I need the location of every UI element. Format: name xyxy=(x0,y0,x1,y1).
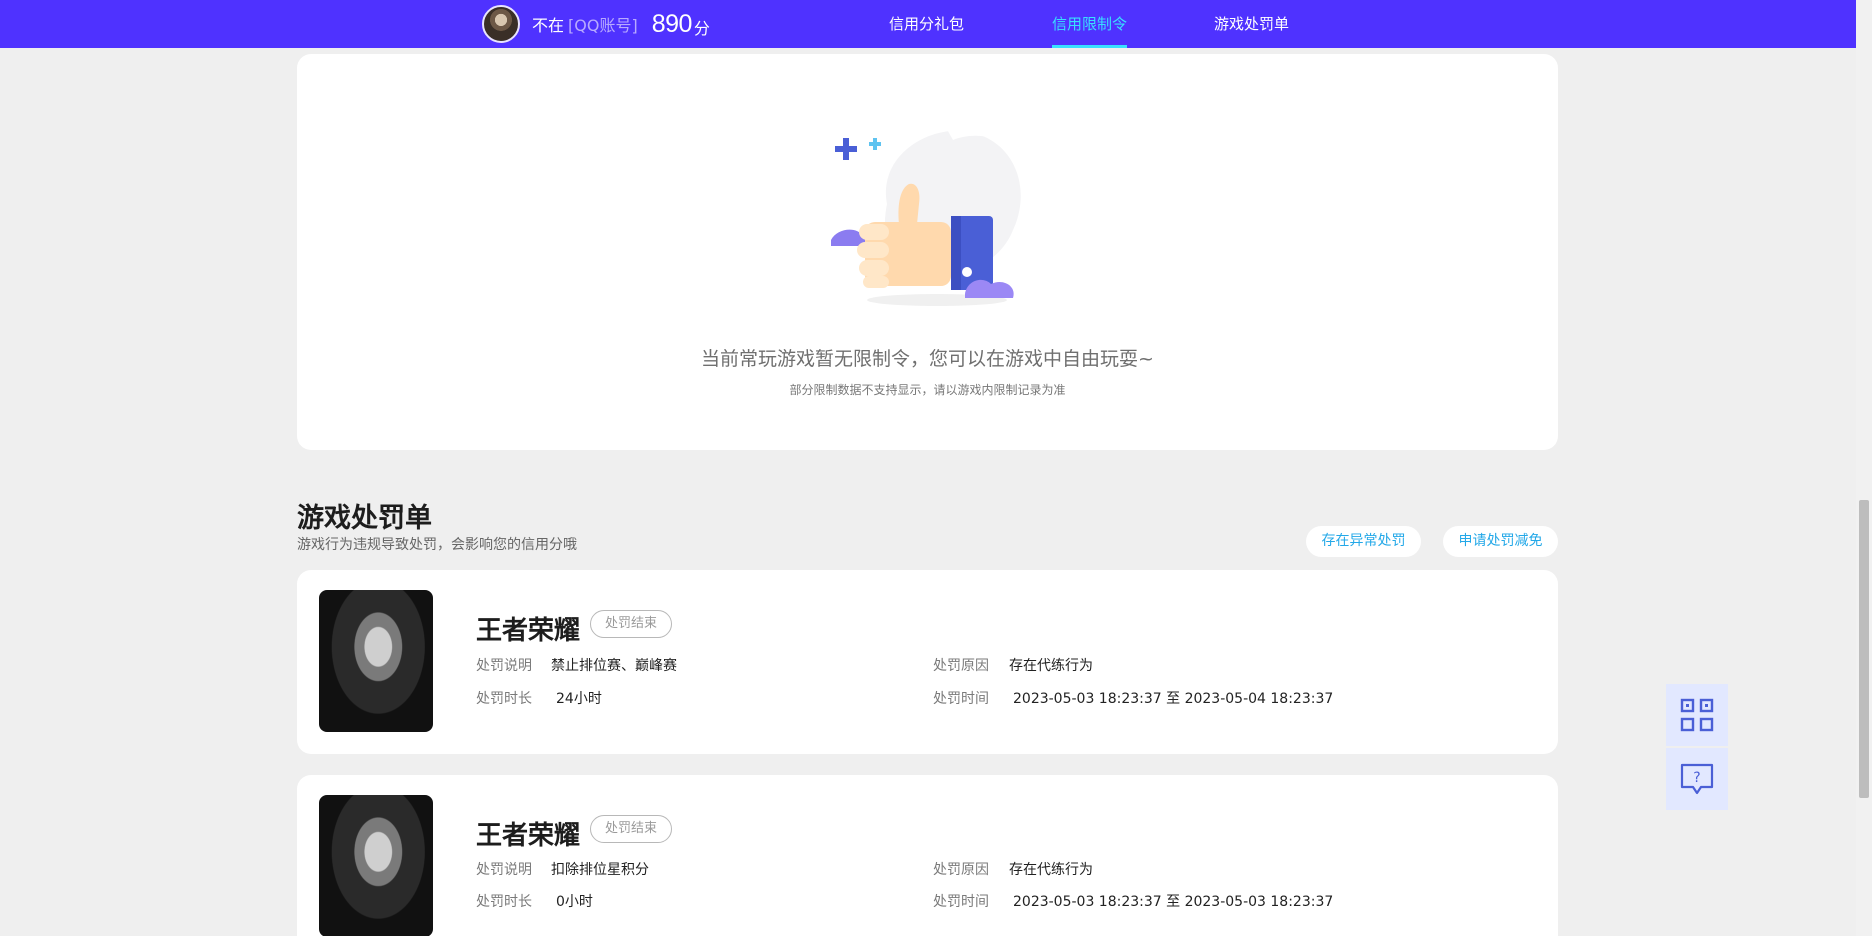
page-scrollbar-thumb[interactable] xyxy=(1859,500,1869,798)
penalty-time-value: 2023-05-03 18:23:37 至 2023-05-03 18:23:3… xyxy=(1013,894,1334,910)
penalty-time-label: 处罚时间 xyxy=(933,691,989,707)
top-nav-bar: 不在 [QQ账号] 890 分 信用分礼包 信用限制令 游戏处罚单 xyxy=(0,0,1856,48)
account-label: [QQ账号] xyxy=(568,16,638,35)
game-thumbnail xyxy=(319,795,433,936)
qr-code-icon xyxy=(1680,698,1714,732)
nav-tab-game-penalty[interactable]: 游戏处罚单 xyxy=(1214,0,1289,48)
apply-penalty-reduction-button[interactable]: 申请处罚减免 xyxy=(1443,526,1558,557)
empty-state-subtitle: 部分限制数据不支持显示，请以游戏内限制记录为准 xyxy=(789,383,1066,397)
penalty-desc-value: 禁止排位赛、巅峰赛 xyxy=(551,658,677,674)
penalty-reason-label: 处罚原因 xyxy=(933,658,989,674)
penalty-desc-value: 扣除排位星积分 xyxy=(551,862,649,878)
penalty-desc-label: 处罚说明 xyxy=(476,658,532,674)
page: 不在 [QQ账号] 890 分 信用分礼包 信用限制令 游戏处罚单 当前常玩游戏… xyxy=(0,0,1872,936)
nav-tab-credit-gift[interactable]: 信用分礼包 xyxy=(889,0,964,48)
nav-tab-credit-restriction[interactable]: 信用限制令 xyxy=(1052,0,1128,48)
penalty-duration-label: 处罚时长 xyxy=(476,691,532,707)
credit-score-unit: 分 xyxy=(693,19,710,38)
penalty-duration-value: 0小时 xyxy=(556,894,593,910)
thumbs-up-illustration-icon xyxy=(831,122,1021,306)
penalty-reason-value: 存在代练行为 xyxy=(1009,658,1093,674)
penalty-status-badge: 处罚结束 xyxy=(590,610,673,638)
penalty-time-label: 处罚时间 xyxy=(933,894,989,910)
user-avatar[interactable] xyxy=(482,5,520,43)
penalty-game-name: 王者荣耀 xyxy=(476,821,581,851)
penalty-section-title: 游戏处罚单 xyxy=(297,503,432,534)
penalty-card: 王者荣耀 处罚结束 处罚说明 扣除排位星积分 处罚原因 存在代练行为 处罚时长 … xyxy=(297,775,1558,936)
penalty-duration-value: 24小时 xyxy=(556,691,602,707)
empty-state-title: 当前常玩游戏暂无限制令，您可以在游戏中自由玩耍~ xyxy=(701,348,1154,370)
penalty-time-value: 2023-05-03 18:23:37 至 2023-05-04 18:23:3… xyxy=(1013,691,1334,707)
penalty-card: 王者荣耀 处罚结束 处罚说明 禁止排位赛、巅峰赛 处罚原因 存在代练行为 处罚时… xyxy=(297,570,1558,754)
credit-score: 890 xyxy=(651,9,693,38)
penalty-game-name: 王者荣耀 xyxy=(476,616,581,646)
qr-code-button[interactable] xyxy=(1666,684,1728,746)
penalty-section-subtitle: 游戏行为违规导致处罚，会影响您的信用分哦 xyxy=(297,537,577,553)
user-summary: 不在 [QQ账号] 890 分 xyxy=(482,5,710,43)
penalty-desc-label: 处罚说明 xyxy=(476,862,532,878)
svg-text:?: ? xyxy=(1693,770,1700,786)
game-thumbnail xyxy=(319,590,433,732)
penalty-reason-value: 存在代练行为 xyxy=(1009,862,1093,878)
abnormal-penalty-button[interactable]: 存在异常处罚 xyxy=(1306,526,1421,557)
question-chat-icon: ? xyxy=(1680,763,1714,795)
restriction-empty-card: 当前常玩游戏暂无限制令，您可以在游戏中自由玩耍~ 部分限制数据不支持显示，请以游… xyxy=(297,54,1558,450)
penalty-duration-label: 处罚时长 xyxy=(476,894,532,910)
online-status: 不在 xyxy=(532,16,565,35)
help-feedback-button[interactable]: ? xyxy=(1666,748,1728,810)
penalty-status-badge: 处罚结束 xyxy=(590,815,673,843)
penalty-reason-label: 处罚原因 xyxy=(933,862,989,878)
